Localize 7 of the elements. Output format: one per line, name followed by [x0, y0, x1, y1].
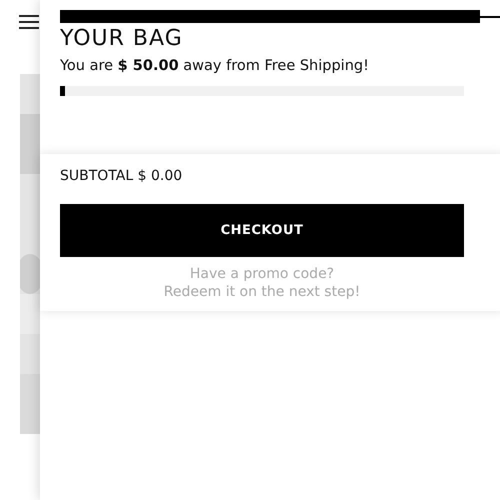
subtotal-text: SUBTOTAL $ 0.00 [60, 168, 184, 184]
bag-title: YOUR BAG [60, 25, 184, 53]
menu-icon[interactable] [19, 14, 39, 30]
free-shipping-message: You are $ 50.00 away from Free Shipping! [60, 58, 370, 74]
promo-note: Redeem it on the next step! [164, 283, 360, 301]
checkout-button[interactable]: CHECKOUT [60, 204, 464, 257]
promo-note: Have a promo code? [190, 265, 334, 283]
